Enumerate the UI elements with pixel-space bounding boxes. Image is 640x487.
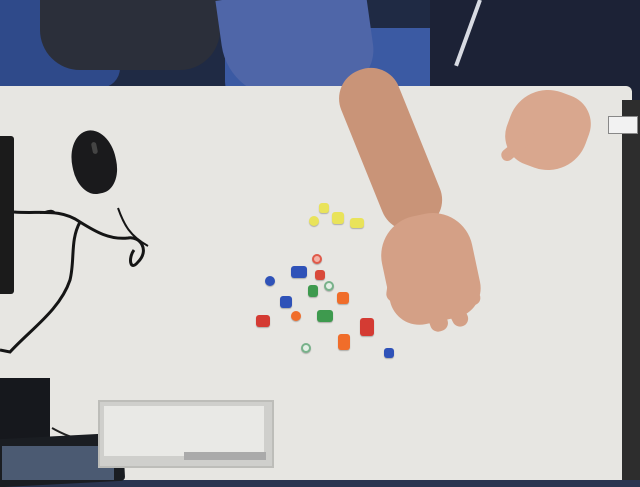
teal-ring-piece[interactable] [324,281,334,291]
red-piece[interactable] [256,315,270,327]
yellow-piece[interactable] [309,216,319,226]
grommet-cover [104,406,264,456]
red-ring-piece[interactable] [312,254,322,264]
yellow-piece[interactable] [332,212,344,224]
orange-piece[interactable] [337,292,349,304]
yellow-piece[interactable] [319,203,329,213]
blue-piece[interactable] [384,348,394,358]
table-edge [622,100,640,480]
red-piece[interactable] [315,270,325,280]
orange-piece[interactable] [338,334,350,350]
teal-ring-piece[interactable] [301,343,311,353]
table-sticker [608,116,638,134]
blue-piece[interactable] [291,266,307,278]
blue-piece[interactable] [265,276,275,286]
green-piece[interactable] [317,310,333,322]
orange-piece[interactable] [291,311,301,321]
red-piece[interactable] [360,318,374,336]
grommet-strip [184,452,266,460]
yellow-piece[interactable] [350,218,364,228]
green-piece[interactable] [308,285,318,297]
person-legs [40,0,220,70]
photo-scene [0,0,640,487]
blue-piece[interactable] [280,296,292,308]
keyboard-edge [0,136,14,294]
